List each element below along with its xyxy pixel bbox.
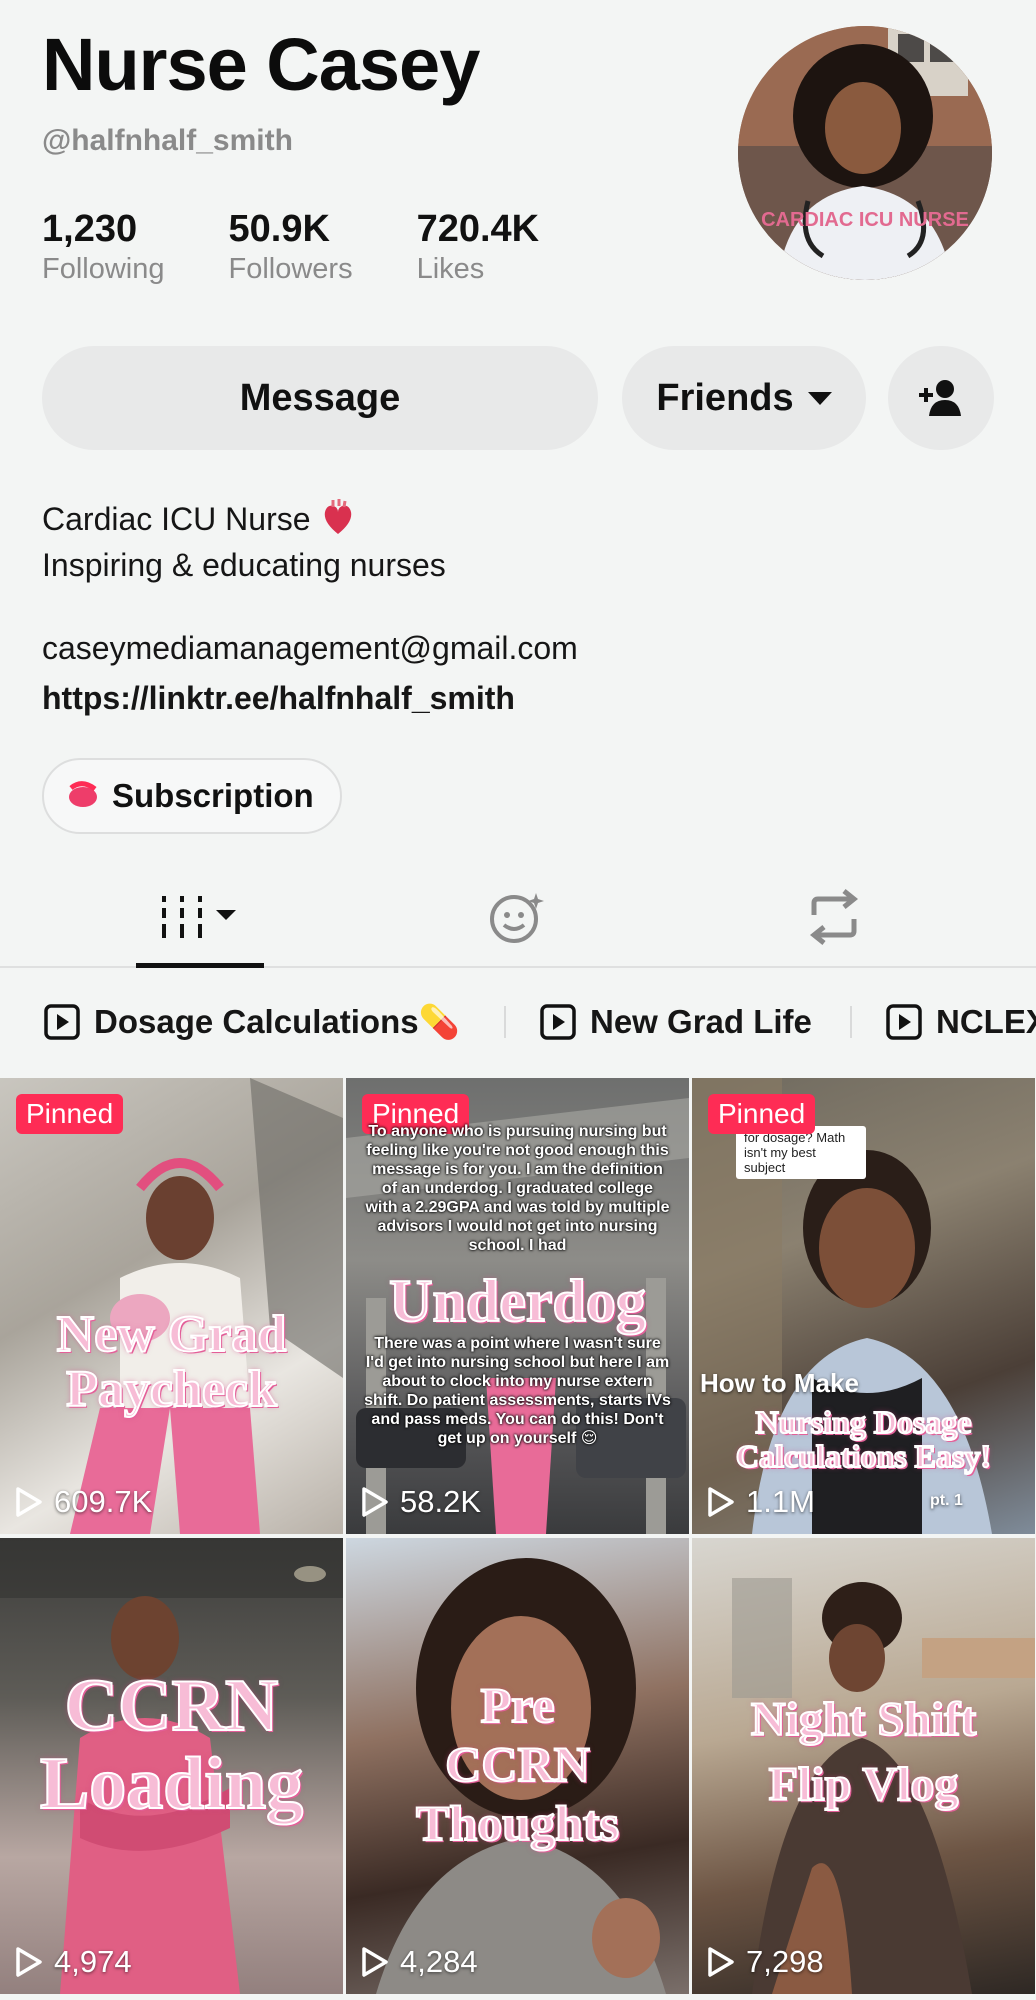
- bio-line-1: Cardiac ICU Nurse: [42, 496, 446, 542]
- playlist-label: NCLEX: [936, 1003, 1036, 1040]
- message-button-label: Message: [239, 376, 401, 419]
- video-tile[interactable]: CCRN Loading 4,974: [0, 1538, 343, 1994]
- playlist-divider: [504, 1006, 506, 1038]
- pinned-badge: Pinned: [708, 1094, 816, 1134]
- video-tile[interactable]: Night Shift Flip Vlog 7,298: [692, 1538, 1035, 1994]
- video-tile[interactable]: Pinned New Grad Paycheck 609.7K: [0, 1078, 343, 1534]
- avatar-photo: CARDIAC ICU NURSE: [738, 26, 992, 280]
- view-count: 4,284: [360, 1944, 478, 1980]
- profile-actions: Message Friends: [42, 346, 994, 450]
- avatar-shirt-text: CARDIAC ICU NURSE: [761, 209, 969, 231]
- friends-button-label: Friends: [656, 376, 794, 419]
- bio-line-2: Inspiring & educating nurses: [42, 547, 446, 583]
- stat-followers[interactable]: 50.9K Followers: [229, 208, 353, 286]
- view-count: 4,974: [14, 1944, 132, 1980]
- content-tabs: [0, 868, 1036, 968]
- pinned-badge: Pinned: [16, 1094, 124, 1134]
- video-title-overlay: Underdog: [388, 1268, 647, 1334]
- view-count: 58.2K: [360, 1484, 481, 1520]
- video-title-overlay: CCRN Loading: [39, 1665, 304, 1825]
- playlists-row: Dosage Calculations💊 New Grad Life NCLEX: [0, 970, 1036, 1074]
- video-tile[interactable]: Pre CCRN Thoughts 4,284: [346, 1538, 689, 1994]
- view-count: 7,298: [706, 1944, 824, 1980]
- view-count: 1.1M: [706, 1484, 815, 1520]
- view-count: 609.7K: [14, 1484, 152, 1520]
- playlist-nclex[interactable]: NCLEX: [886, 970, 1036, 1074]
- stat-likes[interactable]: 720.4K Likes: [417, 208, 540, 286]
- profile-name: Nurse Casey: [42, 23, 480, 106]
- friends-dropdown-button[interactable]: Friends: [622, 346, 866, 450]
- playlist-dosage-calculations[interactable]: Dosage Calculations💊: [44, 970, 460, 1074]
- video-part-label: pt. 1: [930, 1492, 963, 1509]
- video-caption-bottom: There was a point where I wasn't sure I'…: [364, 1335, 671, 1447]
- play-icon: [16, 1947, 42, 1977]
- profile-stats: 1,230 Following 50.9K Followers 720.4K L…: [42, 208, 603, 286]
- playlist-play-icon: [886, 1004, 922, 1040]
- video-pretitle: How to Make: [700, 1368, 859, 1398]
- video-title-overlay: Pre CCRN Thoughts: [415, 1676, 620, 1852]
- avatar[interactable]: CARDIAC ICU NURSE: [738, 26, 992, 280]
- stat-label: Likes: [416, 253, 485, 285]
- person-add-icon: [919, 380, 961, 416]
- bio-link[interactable]: https://linktr.ee/halfnhalf_smith: [42, 680, 515, 717]
- message-button[interactable]: Message: [42, 346, 598, 450]
- video-tile[interactable]: for dosage? Math isn't my best subject P…: [692, 1078, 1035, 1534]
- stat-label: Followers: [228, 253, 353, 285]
- add-friend-button[interactable]: [888, 346, 994, 450]
- subscription-button[interactable]: Subscription: [42, 758, 342, 834]
- videos-grid-icon: [162, 896, 236, 938]
- stat-value: 50.9K: [228, 208, 330, 250]
- play-icon: [362, 1947, 388, 1977]
- playlist-new-grad-life[interactable]: New Grad Life: [540, 970, 812, 1074]
- video-grid: Pinned New Grad Paycheck 609.7K Pinned T…: [0, 1078, 1036, 2000]
- caret-down-icon: [216, 910, 236, 920]
- anatomical-heart-icon: [325, 499, 352, 534]
- bio-email: caseymediamanagement@gmail.com: [42, 630, 578, 666]
- play-icon: [708, 1487, 734, 1517]
- profile-handle: @halfnhalf_smith: [42, 124, 293, 157]
- tab-repost[interactable]: [786, 868, 882, 966]
- profile-header: Nurse Casey @halfnhalf_smith 1,230 Follo…: [0, 0, 1036, 320]
- playlist-play-icon: [44, 1004, 80, 1040]
- bio: Cardiac ICU Nurse Inspiring & educating …: [42, 496, 446, 588]
- subscription-icon: [69, 781, 97, 807]
- play-icon: [708, 1947, 734, 1977]
- playlist-label: Dosage Calculations💊: [94, 1002, 460, 1040]
- playlist-label: New Grad Life: [590, 1003, 812, 1040]
- playlist-play-icon: [540, 1004, 576, 1040]
- tab-liked[interactable]: [470, 868, 566, 966]
- stat-value: 1,230: [42, 208, 138, 250]
- playlist-divider: [850, 1006, 852, 1038]
- play-icon: [16, 1487, 42, 1517]
- video-title-overlay: New Grad Paycheck: [56, 1306, 288, 1418]
- video-title-overlay: Night Shift Flip Vlog: [750, 1692, 977, 1812]
- subscription-label: Subscription: [112, 777, 314, 814]
- stat-label: Following: [42, 253, 165, 285]
- video-caption-top: To anyone who is pursuing nursing but fe…: [365, 1123, 670, 1254]
- repost-icon: [809, 889, 859, 945]
- stat-value: 720.4K: [416, 208, 540, 250]
- play-icon: [362, 1487, 388, 1517]
- liked-face-icon: [490, 893, 544, 943]
- tab-videos[interactable]: [136, 868, 264, 968]
- video-title-overlay: Nursing Dosage Calculations Easy!: [735, 1404, 992, 1474]
- video-tile[interactable]: Pinned To anyone who is pursuing nursing…: [346, 1078, 689, 1534]
- stat-following[interactable]: 1,230 Following: [42, 208, 165, 286]
- chevron-down-icon: [807, 391, 832, 405]
